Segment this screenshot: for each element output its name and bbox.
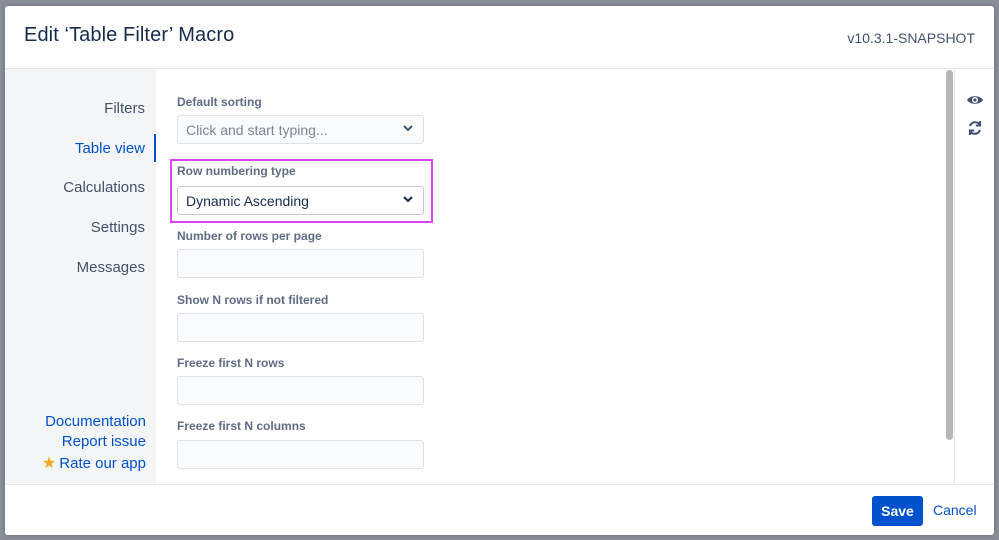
chevron-down-icon <box>403 125 413 132</box>
refresh-icon[interactable] <box>966 119 984 137</box>
version-label: v10.3.1-SNAPSHOT <box>847 30 975 46</box>
save-button[interactable]: Save <box>872 496 923 526</box>
freeze-columns-input[interactable] <box>177 440 424 469</box>
row-numbering-type-label: Row numbering type <box>177 164 296 178</box>
eye-icon[interactable] <box>966 91 984 109</box>
documentation-link[interactable]: Documentation <box>45 413 146 430</box>
table-view-form: Default sorting Click and start typing..… <box>156 69 954 484</box>
row-numbering-type-value: Dynamic Ascending <box>186 193 309 209</box>
freeze-columns-label: Freeze first N columns <box>177 419 306 433</box>
sidebar-item-calculations[interactable]: Calculations <box>63 179 145 196</box>
rows-per-page-input[interactable] <box>177 249 424 278</box>
rows-per-page-label: Number of rows per page <box>177 229 322 243</box>
rate-app-label: Rate our app <box>59 455 146 472</box>
dialog-header: Edit ‘Table Filter’ Macro v10.3.1-SNAPSH… <box>5 6 994 69</box>
sidebar-item-settings[interactable]: Settings <box>91 219 145 236</box>
default-sorting-placeholder: Click and start typing... <box>186 122 328 138</box>
dialog-title: Edit ‘Table Filter’ Macro <box>24 24 235 46</box>
sidebar-item-filters[interactable]: Filters <box>104 100 145 117</box>
sidebar-item-table-view[interactable]: Table view <box>75 140 145 157</box>
default-sorting-select[interactable]: Click and start typing... <box>177 115 424 144</box>
sidebar: Filters Table view Calculations Settings… <box>5 69 156 484</box>
report-issue-link[interactable]: Report issue <box>62 433 146 450</box>
show-n-rows-label: Show N rows if not filtered <box>177 293 329 307</box>
star-icon: ★ <box>41 455 57 472</box>
show-n-rows-input[interactable] <box>177 313 424 342</box>
preview-rail <box>954 69 994 484</box>
dialog-footer: Save Cancel <box>5 484 994 535</box>
macro-edit-dialog: Edit ‘Table Filter’ Macro v10.3.1-SNAPSH… <box>5 6 994 535</box>
scrollbar-thumb[interactable] <box>946 70 953 440</box>
default-sorting-label: Default sorting <box>177 95 262 109</box>
chevron-down-icon <box>403 196 413 203</box>
row-numbering-type-select[interactable]: Dynamic Ascending <box>177 186 424 215</box>
rate-app-link[interactable]: ★ Rate our app <box>42 453 146 473</box>
cancel-button[interactable]: Cancel <box>933 502 977 518</box>
freeze-rows-label: Freeze first N rows <box>177 356 285 370</box>
freeze-rows-input[interactable] <box>177 376 424 405</box>
sidebar-item-messages[interactable]: Messages <box>77 259 145 276</box>
